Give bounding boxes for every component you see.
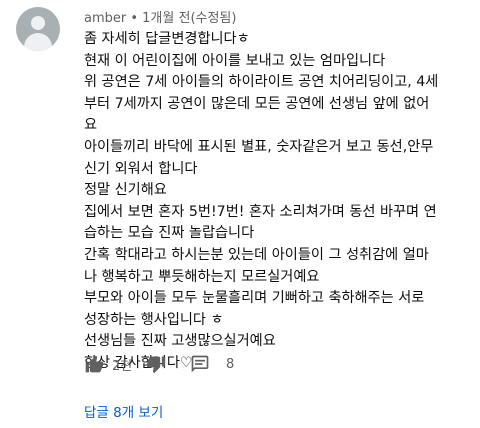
user-avatar[interactable]	[16, 7, 60, 51]
comment-line: 나 행복하고 뿌듯해하는지 모르실거예요	[84, 268, 320, 285]
comment-line: 요	[84, 117, 98, 134]
comment-line: 좀 자세히 답글변경합니다ㅎ	[84, 31, 250, 47]
comment-line: 위 공연은 7세 아이들의 하이라이트 공연 치어리딩이고, 4세	[84, 74, 439, 91]
avatar-body	[24, 33, 52, 51]
comment-icon[interactable]	[190, 354, 210, 374]
thumbs-down-icon[interactable]	[146, 354, 166, 374]
comment-line: 부모와 아이들 모두 눈물흘리며 기뻐하고 축하해주는 서로	[84, 290, 425, 307]
like-count: 2천	[112, 358, 133, 374]
reply-count: 8	[226, 356, 235, 372]
comment-text: 좀 자세히 답글변경합니다ㅎ 현재 이 어린이집에 아이를 보내고 있는 엄마입…	[84, 29, 474, 375]
avatar-head	[31, 16, 45, 30]
comment-line: 부터 7세까지 공연이 많은데 모든 공연에 선생님 앞에 없어	[84, 95, 430, 112]
view-replies-link[interactable]: 답글 8개 보기	[84, 401, 163, 421]
comment-line: 선생님들 진짜 고생많으실거예요	[84, 333, 276, 350]
comment-header: amber • 1개월 전(수정됨)	[84, 11, 237, 26]
comment-line: 집에서 보면 혼자 5번!7번! 혼자 소리쳐가며 동선 바꾸며 연	[84, 203, 437, 220]
comment-line: 성장하는 행사입니다 ㅎ	[84, 311, 224, 328]
comment-line: 신기 외워서 합니다	[84, 160, 198, 177]
comment-line: 간혹 학대라고 하시는분 있는데 아이들이 그 성취감에 얼마	[84, 246, 429, 263]
comment-actions: 2천 8	[84, 352, 234, 376]
thumbs-up-icon[interactable]	[84, 354, 104, 374]
comment-line: 습하는 모습 진짜 놀랍습니다	[84, 225, 255, 242]
comment-line: 정말 신기해요	[84, 182, 167, 199]
comment-line: 현재 이 어린이집에 아이를 보내고 있는 엄마입니다	[84, 52, 386, 69]
comment-line: 아이들끼리 바닥에 표시된 별표, 숫자같은거 보고 동선,안무	[84, 138, 434, 155]
